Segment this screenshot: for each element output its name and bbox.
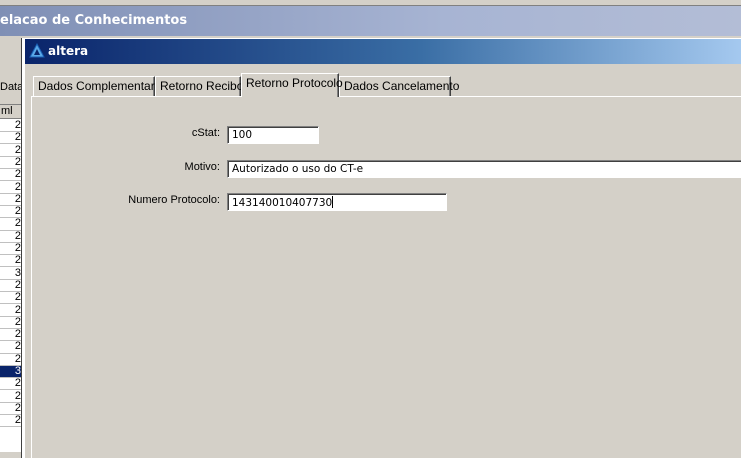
- data-column-button[interactable]: Data: [0, 81, 23, 99]
- grid-cell[interactable]: 2: [0, 255, 22, 268]
- grid-cell[interactable]: 3: [0, 267, 22, 280]
- motivo-field[interactable]: Autorizado o uso do CT-e: [227, 160, 741, 178]
- grid-cell[interactable]: 2: [0, 390, 22, 403]
- altera-dialog: altera Dados Complementares Retorno Reci…: [22, 38, 741, 458]
- grid-cell[interactable]: 2: [0, 169, 22, 182]
- background-titlebar: elacao de Conhecimentos: [0, 6, 741, 36]
- dialog-title: altera: [48, 44, 89, 58]
- cstat-field[interactable]: 100: [227, 126, 319, 144]
- grid-cell[interactable]: 2: [0, 132, 22, 145]
- grid-cell[interactable]: 2: [0, 304, 22, 317]
- background-window-title: elacao de Conhecimentos: [0, 13, 188, 28]
- dialog-titlebar[interactable]: altera: [25, 39, 741, 64]
- tab-retorno-protocolo[interactable]: Retorno Protocolo: [241, 73, 343, 97]
- grid-column-header[interactable]: ml: [0, 105, 22, 119]
- grid-cell[interactable]: 2: [0, 341, 22, 354]
- tab-dados-cancelamento[interactable]: Dados Cancelamento: [339, 76, 459, 96]
- grid-cell[interactable]: 2: [0, 144, 22, 157]
- numero-protocolo-label: Numero Protocolo:: [128, 194, 220, 206]
- numero-protocolo-value: 143140010407730: [232, 197, 333, 209]
- grid-cell[interactable]: 2: [0, 292, 22, 305]
- numero-protocolo-field[interactable]: 143140010407730: [227, 193, 447, 211]
- grid-cell[interactable]: 2: [0, 218, 22, 231]
- tab-retorno-recibo[interactable]: Retorno Recibo: [155, 76, 243, 96]
- grid-cell[interactable]: 2: [0, 181, 22, 194]
- background-grid: ml 2222222222223222222232222: [0, 104, 22, 452]
- altera-triangle-icon: [29, 43, 45, 58]
- tab-dados-complementares[interactable]: Dados Complementares: [33, 76, 167, 96]
- grid-cell[interactable]: 2: [0, 378, 22, 391]
- retorno-protocolo-panel: cStat: 100 Motivo: Autorizado o uso do C…: [31, 96, 741, 458]
- cstat-label: cStat:: [191, 127, 220, 139]
- text-caret: [332, 196, 334, 208]
- motivo-label: Motivo:: [184, 161, 220, 173]
- grid-cell[interactable]: 2: [0, 415, 22, 428]
